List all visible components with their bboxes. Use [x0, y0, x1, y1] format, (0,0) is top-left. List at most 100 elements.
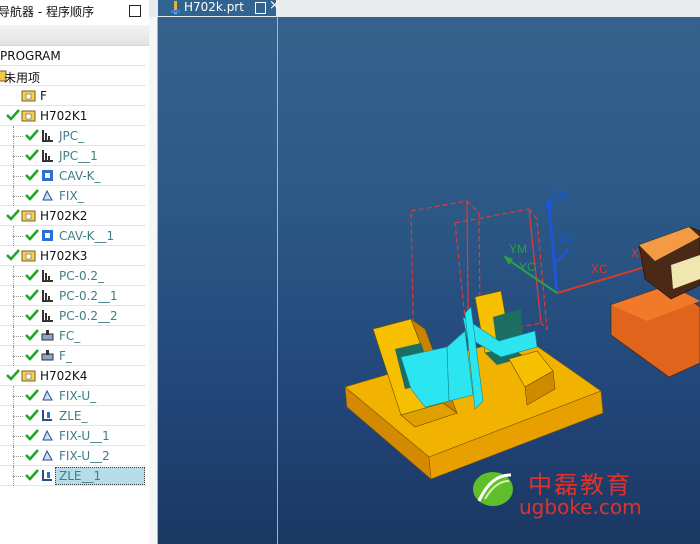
planar-mill-icon — [42, 270, 53, 282]
tree-operation-row[interactable]: CAV-K__1 — [0, 226, 146, 246]
tree-item-label: CAV-K_ — [59, 169, 101, 183]
restore-icon[interactable] — [129, 5, 141, 17]
tree-item-label: FIX-U__2 — [59, 449, 110, 463]
tree-connector — [13, 316, 23, 317]
tree-operation-row[interactable]: FC_ — [0, 326, 146, 346]
part-file-icon — [171, 1, 180, 14]
tab-h702k-prt[interactable]: H702k.prt × — [158, 0, 280, 16]
planar-mill-icon — [42, 130, 53, 142]
check-icon — [25, 449, 39, 461]
tree-connector — [13, 136, 23, 137]
navigator-title: 导航器 - 程序顺序 — [0, 5, 94, 19]
tree-item-label: H702K3 — [40, 249, 88, 263]
tree-root-program[interactable]: PROGRAM — [0, 46, 146, 66]
tree-item-label: CAV-K__1 — [59, 229, 115, 243]
planar-mill-icon — [42, 290, 53, 302]
axis-xc-label: XC — [591, 262, 608, 276]
tree-item-label: PC-0.2__2 — [59, 309, 118, 323]
tree-operation-row[interactable]: JPC_ — [0, 126, 146, 146]
tree-item-label: F — [40, 89, 47, 103]
face-mill-icon — [41, 350, 54, 361]
check-icon — [25, 389, 39, 401]
check-icon — [25, 309, 39, 321]
tree-group-row[interactable]: H702K3 — [0, 246, 146, 266]
axis-zm-label: ZM — [551, 188, 568, 202]
tree-connector — [13, 336, 23, 337]
operation-navigator: 导航器 - 程序顺序 PROGRAM 未用项 F H702K1 JPC_ JPC__1… — [0, 0, 150, 544]
tree-operation-row[interactable]: FIX_ — [0, 186, 146, 206]
check-icon — [25, 429, 39, 441]
check-icon — [25, 149, 39, 161]
tree-item-label: PC-0.2_ — [59, 269, 105, 283]
tab-label: H702k.prt — [184, 0, 244, 14]
cavity-mill-icon — [42, 170, 53, 181]
tree-operation-row[interactable]: FIX-U__1 — [0, 426, 146, 446]
tree-connector — [13, 356, 23, 357]
check-icon — [6, 209, 20, 221]
folder-icon — [21, 110, 36, 122]
folder-icon — [21, 370, 36, 382]
check-icon — [25, 169, 39, 181]
tree-connector — [13, 196, 23, 197]
tab-pin-icon[interactable] — [255, 2, 266, 14]
tree-item-label: H702K2 — [40, 209, 88, 223]
folder-icon — [21, 210, 36, 222]
tree-item-label: H702K1 — [40, 109, 88, 123]
tree-connector — [13, 296, 23, 297]
tree-connector — [13, 396, 23, 397]
tree-connector — [13, 416, 23, 417]
tree-operation-row[interactable]: CAV-K_ — [0, 166, 146, 186]
tree-connector — [13, 176, 23, 177]
axis-yc-label: YC — [519, 260, 536, 274]
tree-group-row[interactable]: H702K4 — [0, 366, 146, 386]
tree-connector — [13, 156, 23, 157]
tree-operation-row[interactable]: PC-0.2_ — [0, 266, 146, 286]
planar-mill-icon — [42, 150, 53, 162]
check-icon — [25, 409, 39, 421]
tree-connector — [13, 456, 23, 457]
tree-item-label: ZLE__1 — [59, 469, 102, 483]
leaf-logo-icon — [473, 472, 513, 506]
navigator-title-bar: 导航器 - 程序顺序 — [0, 0, 149, 23]
tree-item-label: FIX-U_ — [59, 389, 97, 403]
cavity-mill-icon — [42, 230, 53, 241]
tree-operation-row[interactable]: PC-0.2__2 — [0, 306, 146, 326]
axis-zc-label: ZC — [559, 230, 575, 244]
tree-operation-row[interactable]: PC-0.2__1 — [0, 286, 146, 306]
tree-operation-row[interactable]: ZLE_ — [0, 406, 146, 426]
tree-item-label: JPC_ — [59, 129, 85, 143]
planar-mill-icon — [42, 310, 53, 322]
tree-connector — [13, 436, 23, 437]
folder-icon — [21, 90, 36, 102]
unused-items-label: 未用项 — [4, 71, 41, 85]
fixed-axis-icon — [42, 389, 53, 401]
folder-icon — [21, 250, 36, 262]
tree-root-label: PROGRAM — [0, 49, 61, 63]
document-tab-strip: H702k.prt × — [149, 0, 700, 18]
tree-item-label: FIX_ — [59, 189, 84, 203]
tree-group-row[interactable]: H702K1 — [0, 106, 146, 126]
fixed-axis-icon — [42, 429, 53, 441]
watermark-url: ugboke.com — [519, 495, 642, 519]
tree-operation-row[interactable]: ZLE__1 — [0, 466, 146, 486]
fixture-model — [610, 226, 700, 378]
tree-group-row[interactable]: H702K2 — [0, 206, 146, 226]
watermark: 中磊教育 ugboke.com — [471, 465, 671, 521]
check-icon — [6, 249, 20, 261]
tree-operation-row[interactable]: F_ — [0, 346, 146, 366]
check-icon — [25, 329, 39, 341]
graphics-viewport[interactable]: ZM ZC YM YC XC XM 中磊教育 ugboke.com — [149, 17, 700, 544]
tree-group-row[interactable]: F — [0, 86, 146, 106]
tree-unused-items[interactable]: 未用项 — [0, 66, 146, 86]
tree-operation-row[interactable]: JPC__1 — [0, 146, 146, 166]
tree-operation-row[interactable]: FIX-U__2 — [0, 446, 146, 466]
tree-operation-row[interactable]: FIX-U_ — [0, 386, 146, 406]
tree-item-label: H702K4 — [40, 369, 88, 383]
tab-close-icon[interactable]: × — [269, 0, 280, 13]
column-header[interactable] — [0, 25, 149, 46]
check-icon — [6, 109, 20, 121]
tree-item-label: F_ — [59, 349, 72, 363]
check-icon — [6, 369, 20, 381]
check-icon — [25, 349, 39, 361]
fixed-axis-icon — [42, 449, 53, 461]
